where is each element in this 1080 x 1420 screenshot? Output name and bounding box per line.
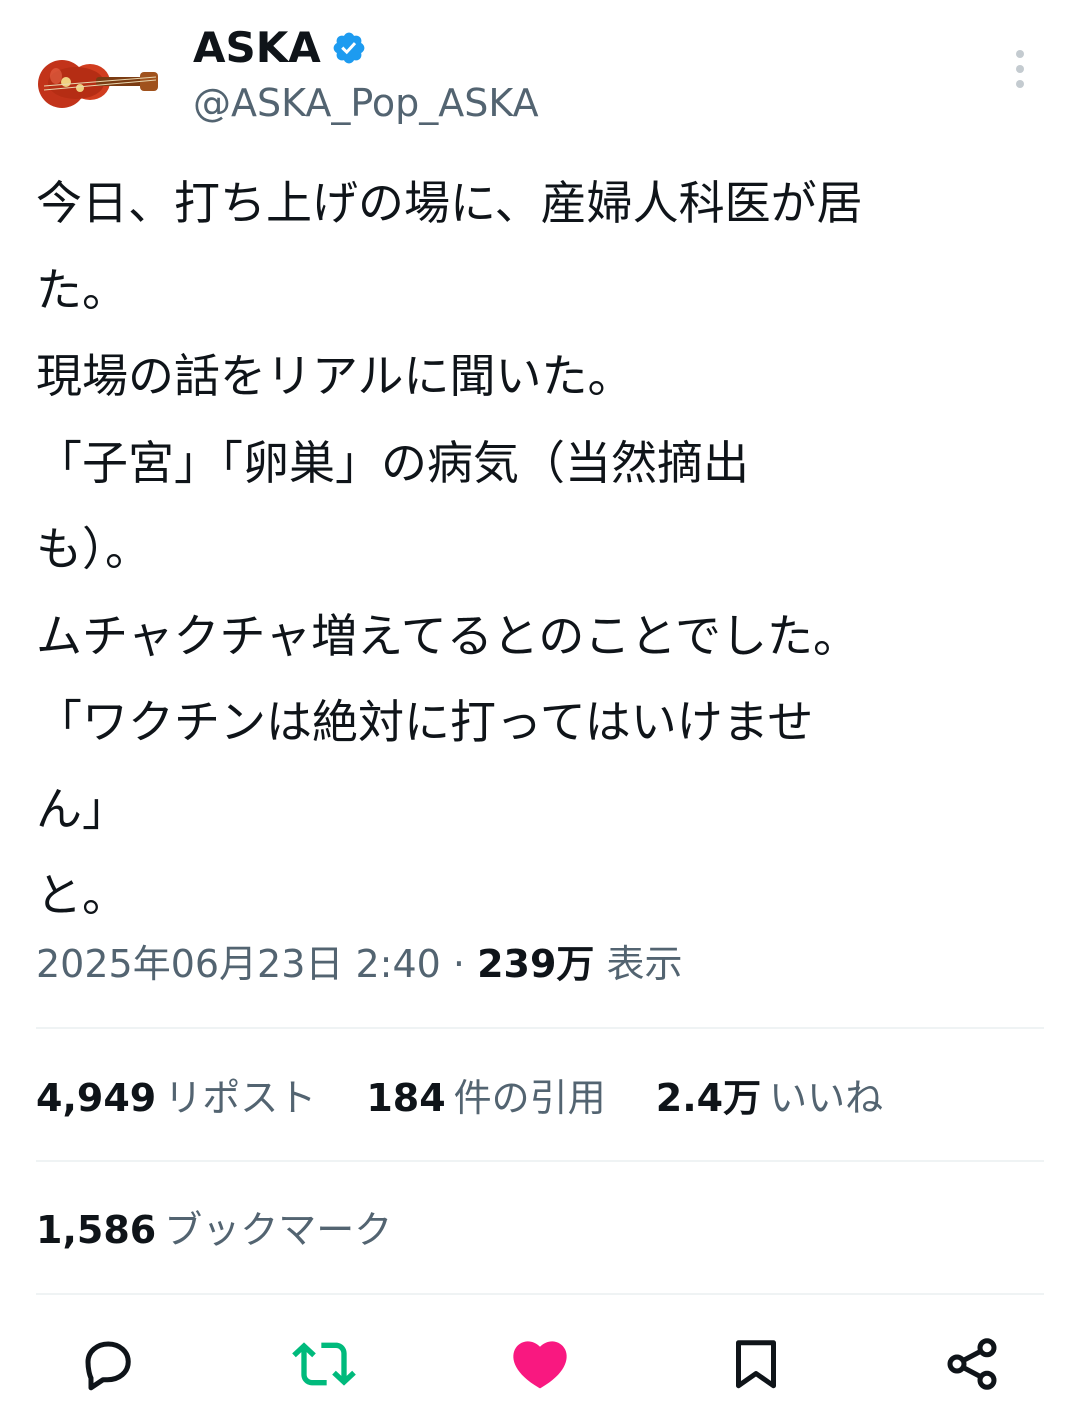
tweet-meta: 2025年06月23日 2:40 · 239万 表示	[36, 938, 683, 990]
view-count: 239万	[477, 942, 595, 986]
quote-count: 184	[366, 1076, 446, 1120]
like-button[interactable]	[508, 1332, 572, 1396]
divider	[36, 1293, 1044, 1295]
heart-icon	[513, 1341, 567, 1389]
repost-count: 4,949	[36, 1076, 157, 1120]
engagement-stats: 4,949 リポスト 184 件の引用 2.4万 いいね	[36, 1072, 921, 1124]
avatar[interactable]	[36, 44, 160, 116]
bookmark-icon	[736, 1340, 776, 1389]
retweet-button[interactable]	[292, 1332, 356, 1396]
retweet-icon	[292, 1342, 356, 1386]
divider	[36, 1160, 1044, 1162]
quote-stat[interactable]: 184 件の引用	[366, 1072, 605, 1124]
author-handle[interactable]: @ASKA_Pop_ASKA	[193, 78, 539, 128]
repost-stat[interactable]: 4,949 リポスト	[36, 1072, 316, 1124]
author-name-text: ASKA	[193, 23, 321, 72]
divider	[36, 1027, 1044, 1029]
meta-separator: ·	[452, 942, 466, 986]
like-count: 2.4万	[655, 1076, 762, 1120]
like-stat[interactable]: 2.4万 いいね	[656, 1072, 883, 1124]
repost-label: リポスト	[164, 1076, 317, 1120]
more-options-button[interactable]	[1004, 46, 1036, 92]
like-label: いいね	[769, 1076, 884, 1120]
more-vertical-icon	[1016, 50, 1024, 88]
bookmark-button[interactable]	[724, 1332, 788, 1396]
reply-icon	[85, 1341, 131, 1391]
bookmark-count: 1,586	[36, 1208, 157, 1252]
verified-badge-icon	[333, 32, 365, 64]
view-count-label: 表示	[606, 942, 683, 986]
share-icon	[947, 1338, 997, 1390]
guitar-icon	[38, 60, 158, 108]
timestamp[interactable]: 2025年06月23日 2:40	[36, 942, 441, 986]
tweet-text: 今日、打ち上げの場に、産婦人科医が居 た。 現場の話をリアルに聞いた。 「子宮」…	[36, 176, 863, 922]
bookmark-label: ブックマーク	[164, 1208, 393, 1252]
quote-label: 件の引用	[453, 1076, 606, 1120]
author-name[interactable]: ASKA	[193, 22, 367, 74]
bookmark-stat[interactable]: 1,586 ブックマーク	[36, 1204, 430, 1256]
reply-button[interactable]	[76, 1332, 140, 1396]
share-button[interactable]	[940, 1332, 1004, 1396]
